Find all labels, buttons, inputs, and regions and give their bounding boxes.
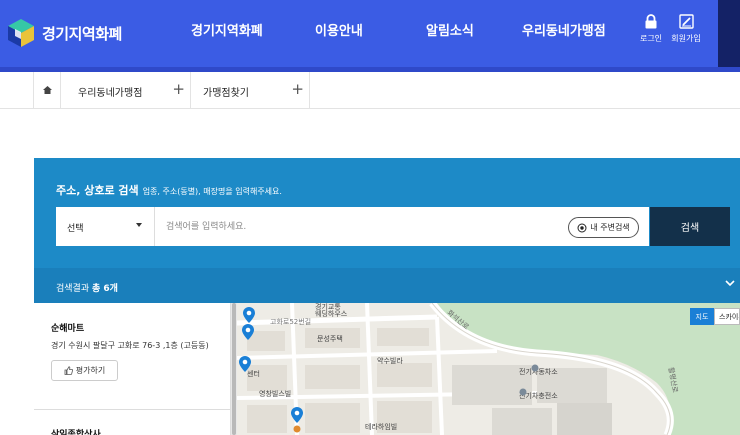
map-label: 약수빌라	[377, 357, 403, 365]
nav-item-usage-guide[interactable]: 이용안내	[315, 20, 363, 39]
breadcrumb: 우리동네가맹점 + 가맹점찾기 +	[0, 72, 740, 109]
signup-pen-icon	[678, 14, 694, 29]
login-label: 로그인	[639, 34, 663, 43]
breadcrumb-label: 가맹점찾기	[203, 88, 249, 99]
list-item[interactable]: 순해마트 경기 수원시 팔달구 고화로 76-3 ,1층 (고등동) 평가하기	[51, 321, 230, 381]
lock-icon	[645, 14, 657, 29]
breadcrumb-label: 우리동네가맹점	[78, 88, 143, 99]
map-location-pin-icon[interactable]	[239, 356, 251, 372]
header-edge-panel	[718, 0, 740, 67]
plus-icon: +	[291, 80, 304, 98]
store-name: 순해마트	[51, 324, 85, 334]
map-poi-marker-icon	[293, 425, 301, 433]
rate-button[interactable]: 평가하기	[51, 360, 118, 381]
search-category-select[interactable]: 선택	[56, 207, 155, 246]
nearby-search-button[interactable]: 내 주변검색	[568, 217, 639, 238]
nav-item-notices[interactable]: 알림소식	[426, 20, 474, 39]
map-type-map-button[interactable]: 지도	[690, 308, 714, 325]
select-value: 선택	[67, 224, 84, 234]
map-location-pin-icon[interactable]	[242, 324, 254, 340]
store-name: 삼일종합상사	[51, 430, 101, 435]
map-type-skyview-button[interactable]: 스카이뷰	[714, 308, 740, 325]
plus-icon: +	[172, 80, 185, 98]
site-header: 경기지역화폐 경기지역화폐 이용안내 알림소식 우리동네가맹점 로그인 회원가입	[0, 0, 740, 72]
caret-down-icon	[136, 223, 142, 227]
breadcrumb-home[interactable]	[33, 72, 61, 108]
search-title-text: 주소, 상호로 검색	[56, 184, 139, 197]
map-label: 고화로52번길	[270, 318, 312, 326]
map-label: 문성주택	[317, 335, 343, 343]
result-count: 총 6개	[92, 284, 118, 294]
nav-item-gyeonggi-currency[interactable]: 경기지역화폐	[191, 20, 263, 39]
login-button[interactable]: 로그인	[631, 14, 671, 44]
list-item[interactable]: 삼일종합상사	[51, 427, 230, 435]
signup-button[interactable]: 회원가입	[666, 14, 706, 44]
thumbs-up-icon	[64, 366, 73, 375]
map-location-pin-icon[interactable]	[291, 407, 303, 423]
result-list: 순해마트 경기 수원시 팔달구 고화로 76-3 ,1층 (고등동) 평가하기 …	[34, 303, 231, 435]
rate-label: 평가하기	[75, 366, 106, 375]
map-view[interactable]: 경기교통 웨딩하우스 고화로52번길 문성주택 약수빌라 센터 영창빌스빌 테라…	[237, 303, 740, 435]
signup-label: 회원가입	[671, 34, 701, 43]
store-address: 경기 수원시 팔달구 고화로 76-3 ,1층 (고등동)	[51, 341, 209, 350]
search-subtitle: 업종, 주소(동별), 매장명을 입력해주세요.	[142, 187, 282, 196]
nav-item-local-merchants[interactable]: 우리동네가맹점	[522, 20, 606, 39]
map-poi-marker-icon	[519, 388, 527, 396]
map-label: 테라하임빌	[365, 423, 398, 431]
chevron-down-icon	[725, 280, 735, 287]
list-divider	[34, 409, 230, 410]
map-label: 영창빌스빌	[259, 390, 292, 398]
map-base	[237, 303, 740, 435]
search-submit-button[interactable]: 검색	[650, 207, 730, 246]
result-summary-bar[interactable]: 검색결과 총 6개	[34, 268, 740, 303]
main-nav: 경기지역화폐 이용안내 알림소식 우리동네가맹점	[0, 20, 740, 44]
map-location-pin-icon[interactable]	[243, 307, 255, 323]
location-target-icon	[577, 223, 587, 232]
breadcrumb-item-find-merchant[interactable]: 가맹점찾기 +	[191, 72, 310, 108]
map-poi-marker-icon	[531, 364, 539, 372]
scroll-thumb[interactable]	[232, 303, 236, 435]
search-panel: 주소, 상호로 검색업종, 주소(동별), 매장명을 입력해주세요. 선택 내 …	[34, 158, 740, 268]
nearby-search-label: 내 주변검색	[590, 223, 630, 232]
result-summary: 검색결과 총 6개	[56, 281, 118, 294]
breadcrumb-item-local-merchants[interactable]: 우리동네가맹점 +	[61, 72, 191, 108]
home-icon	[42, 86, 52, 94]
result-prefix: 검색결과	[56, 284, 90, 294]
map-label: 웨딩하우스	[315, 310, 348, 318]
search-title: 주소, 상호로 검색 업종, 주소(동별), 매장명을 입력해주세요.	[56, 182, 282, 198]
